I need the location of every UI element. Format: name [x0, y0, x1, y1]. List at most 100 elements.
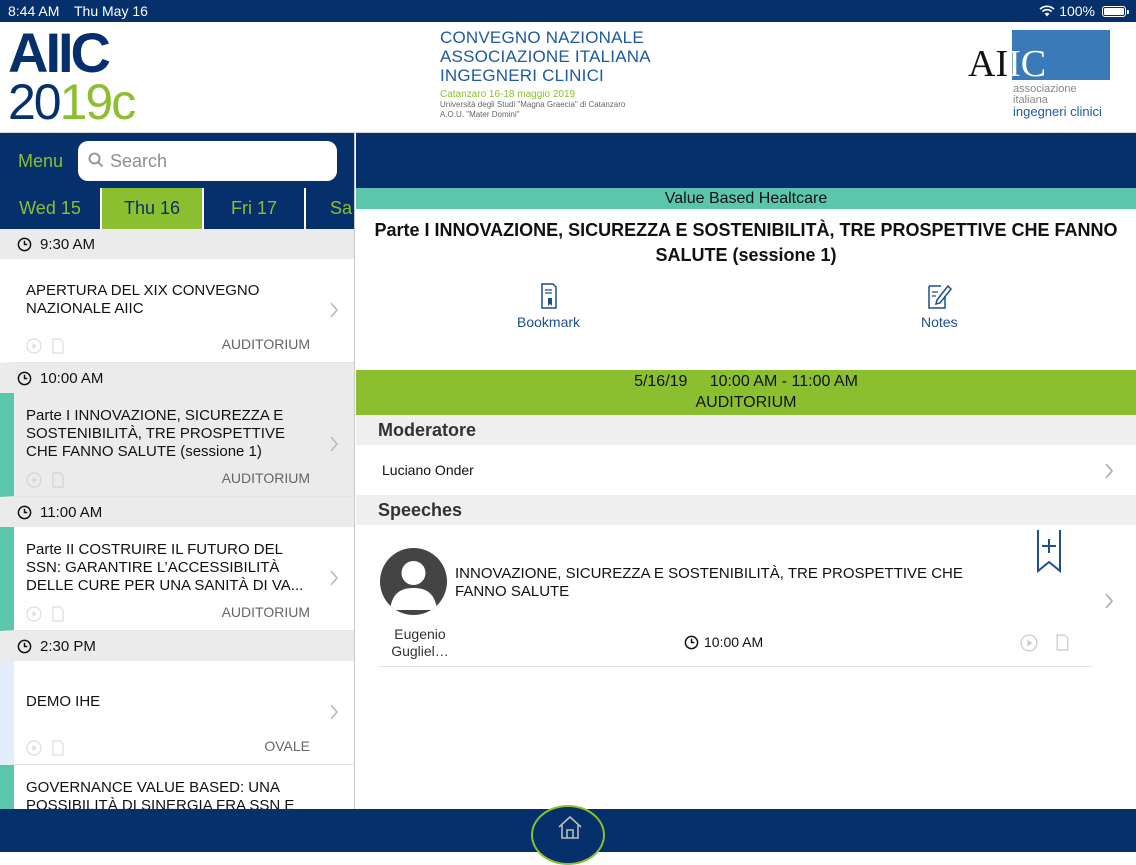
chevron-right-icon [330, 302, 339, 318]
session-room: AUDITORIUM [221, 470, 310, 486]
bookmark-add-icon[interactable] [1036, 529, 1062, 573]
time-header-label: 2:30 PM [40, 637, 96, 655]
chevron-right-icon [1105, 463, 1114, 479]
tab-wed-15[interactable]: Wed 15 [0, 188, 102, 230]
logo-letter-i: I [995, 43, 1009, 85]
document-icon [52, 472, 64, 488]
chevron-right-icon [330, 570, 339, 586]
time-header: 11:00 AM [0, 497, 354, 527]
chevron-right-icon [1105, 593, 1114, 609]
status-time: 8:44 AM [8, 3, 60, 19]
conference-banner: AIIC 2019c CONVEGNO NAZIONALE ASSOCIAZIO… [0, 22, 1136, 133]
document-icon [52, 606, 64, 622]
time-header-label: 9:30 AM [40, 235, 96, 253]
detail-actions: Bookmark Notes [356, 268, 1136, 370]
wifi-icon [1039, 5, 1055, 17]
logo-left-year: 2019c [8, 77, 158, 127]
logo-sub-line3: ingegneri clinici [1013, 104, 1102, 119]
play-circle-icon [1020, 634, 1038, 652]
notes-icon [928, 284, 953, 309]
tab-fri-17[interactable]: Fri 17 [204, 188, 306, 230]
avatar [380, 548, 447, 615]
session-room: AUDITORIUM [221, 604, 310, 620]
schedule-date: 5/16/19 [634, 373, 688, 390]
logo-letters-ic: IC [1008, 43, 1047, 85]
sidebar-toolbar: Menu [0, 133, 354, 187]
status-bar: 8:44 AM Thu May 16 100% [0, 0, 1136, 22]
speech-mini-icons [1020, 634, 1069, 652]
time-header-label: 10:00 AM [40, 369, 104, 387]
day-tabs: Wed 15 Thu 16 Fri 17 Sa [0, 187, 354, 230]
document-icon [52, 740, 64, 756]
moderator-header: Moderatore [356, 415, 1136, 445]
list-item[interactable]: Parte II COSTRUIRE IL FUTURO DEL SSN: GA… [0, 527, 354, 631]
divider [378, 666, 1092, 667]
home-icon [558, 815, 582, 839]
session-mini-icons [26, 338, 64, 354]
tab-sat[interactable]: Sa [306, 188, 354, 230]
battery-icon [1102, 5, 1129, 17]
document-icon [52, 338, 64, 354]
list-item[interactable]: GOVERNANCE VALUE BASED: UNA POSSIBILITÀ … [0, 765, 354, 809]
clock-icon [17, 639, 32, 653]
conference-aou: A.O.U. "Mater Domini" [440, 110, 520, 119]
speaker-last-name: Gugliel… [391, 643, 449, 659]
bottom-tab-bar [0, 805, 1136, 865]
moderator-row[interactable]: Luciano Onder [356, 445, 1136, 495]
search-input[interactable] [110, 147, 330, 175]
menu-button[interactable]: Menu [18, 151, 63, 172]
clock-icon [17, 237, 32, 251]
time-header: 9:30 AM [0, 229, 354, 259]
notes-label: Notes [921, 314, 958, 330]
session-mini-icons [26, 472, 64, 488]
session-detail: Value Based Healtcare Parte I INNOVAZION… [356, 133, 1136, 809]
detail-title: Parte I INNOVAZIONE, SICUREZZA E SOSTENI… [374, 220, 1118, 265]
logo-year-part3: c [111, 74, 136, 130]
clock-icon [17, 505, 32, 519]
logo-right-letters: AIIC [968, 42, 1046, 86]
session-mini-icons [26, 606, 64, 622]
play-circle-icon [26, 338, 42, 354]
tab-thu-16[interactable]: Thu 16 [102, 188, 204, 230]
logo-year-part1: 20 [8, 74, 62, 130]
bookmark-icon [540, 283, 557, 309]
conference-line3: INGEGNERI CLINICI [440, 66, 604, 85]
track-label: Value Based Healtcare [356, 188, 1136, 209]
speech-row[interactable]: Eugenio Gugliel… INNOVAZIONE, SICUREZZA … [356, 525, 1136, 667]
play-circle-icon [26, 606, 42, 622]
conference-line2: ASSOCIAZIONE ITALIANA [440, 47, 651, 66]
session-title: Parte II COSTRUIRE IL FUTURO DEL SSN: GA… [26, 541, 304, 594]
detail-navbar [356, 133, 1136, 188]
search-icon [88, 152, 104, 168]
home-button[interactable] [531, 805, 605, 865]
moderator-name: Luciano Onder [382, 462, 474, 478]
document-icon [1056, 634, 1069, 651]
time-header: 2:30 PM [0, 631, 354, 661]
search-box[interactable] [78, 141, 337, 181]
session-title: DEMO IHE [26, 693, 101, 710]
clock-icon [17, 371, 32, 385]
session-list: 9:30 AM APERTURA DEL XIX CONVEGNO NAZION… [0, 229, 354, 809]
session-title: GOVERNANCE VALUE BASED: UNA POSSIBILITÀ … [26, 779, 295, 809]
session-room: AUDITORIUM [221, 336, 310, 352]
session-schedule-band: 5/16/19 10:00 AM - 11:00 AM AUDITORIUM [356, 370, 1136, 415]
chevron-right-icon [330, 436, 339, 452]
logo-letter-a: A [968, 43, 996, 85]
schedule-time-range: 10:00 AM - 11:00 AM [709, 373, 858, 390]
session-title: Parte I INNOVAZIONE, SICUREZZA E SOSTENI… [26, 407, 285, 460]
list-item-selected[interactable]: Parte I INNOVAZIONE, SICUREZZA E SOSTENI… [0, 393, 354, 497]
bookmark-button[interactable]: Bookmark [517, 282, 580, 330]
status-date: Thu May 16 [74, 3, 148, 19]
logo-right-subtitle: associazione italiana ingegneri clinici [1013, 84, 1102, 119]
speaker-first-name: Eugenio [394, 626, 446, 642]
list-item[interactable]: APERTURA DEL XIX CONVEGNO NAZIONALE AIIC… [0, 259, 354, 363]
list-item[interactable]: DEMO IHE OVALE [0, 661, 354, 765]
chevron-right-icon [330, 704, 339, 720]
speaker-name: Eugenio Gugliel… [380, 626, 460, 660]
aiic-2019-logo: AIIC 2019c [8, 25, 158, 128]
notes-button[interactable]: Notes [921, 282, 958, 330]
speech-time-label: 10:00 AM [704, 634, 764, 650]
schedule-room: AUDITORIUM [695, 394, 797, 411]
session-room: OVALE [264, 738, 310, 754]
speeches-header: Speeches [356, 495, 1136, 525]
